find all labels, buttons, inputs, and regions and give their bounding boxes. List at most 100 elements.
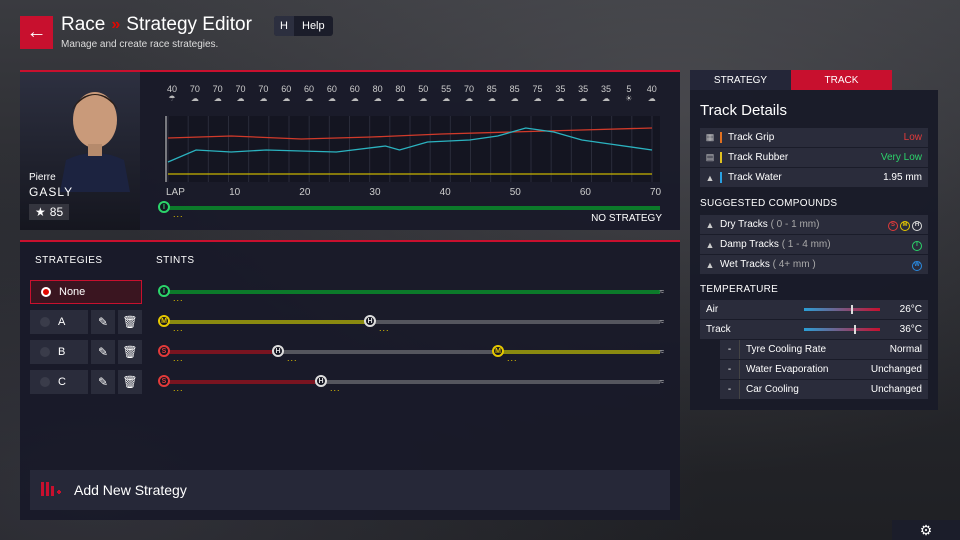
compound-dry-row: ▲ Dry Tracks ( 0 - 1 mm) S M H [700,215,928,234]
suggested-compounds-title: SUGGESTED COMPOUNDS [700,198,838,209]
rubber-icon: ▤ [705,152,715,162]
x-tick-label: 60 [579,187,591,198]
minus-icon: - [720,380,740,399]
cloud-icon: ☁ [533,94,542,103]
sun-icon: ☀ [625,94,633,103]
weather-slot: 40 ☁ [642,84,662,104]
tab-track[interactable]: TRACK [791,70,892,90]
help-button[interactable]: H Help [274,16,333,36]
pencil-icon: ✎ [97,345,109,359]
rain-chance: 75 [532,84,543,94]
weather-slot: 35 ☁ [573,84,593,104]
panel-tabs: STRATEGY TRACK [690,70,892,90]
minus-icon: - [720,360,740,379]
weather-slot: 70 ☁ [253,84,273,104]
row-label: Water Evaporation [746,364,829,375]
delete-strategy-a-button[interactable]: 🗑 [118,310,142,334]
rain-chance: 80 [395,84,406,94]
strategy-row-b[interactable]: B ✎ 🗑 [30,340,142,364]
hard-tyre-icon: H [315,375,327,387]
cloud-icon: ☁ [259,94,268,103]
row-label: Air [706,304,719,315]
finish-flag-icon: ≈ [659,347,664,356]
wear-dots: ... [287,353,298,363]
compound-wet-row: ▲ Wet Tracks ( 4+ mm ) W [700,255,928,274]
help-label: Help [302,20,325,32]
strategy-row-none[interactable]: None [30,280,142,304]
back-button[interactable]: ← [20,16,53,49]
damp-track-icon: ▲ [705,239,715,250]
weather-slot: 5 ☀ [619,84,639,104]
cloud-icon: ☁ [213,94,222,103]
track-water-row: ▲ Track Water 1.95 mm [700,168,928,187]
gear-icon: ⚙ [919,521,933,538]
cloud-icon: ☁ [464,94,473,103]
x-tick-label: 30 [369,187,381,198]
strategy-row-a[interactable]: A ✎ 🗑 [30,310,142,334]
row-label: Car Cooling [746,384,799,395]
strategy-select-b[interactable]: B [30,340,88,364]
rain-chance: 80 [372,84,383,94]
tab-strategy[interactable]: STRATEGY [690,70,791,90]
hard-tyre-icon: H [912,221,922,231]
star-icon: ★ [35,205,46,219]
delete-strategy-b-button[interactable]: 🗑 [118,340,142,364]
wear-dots: ... [173,209,184,219]
add-strategy-icon [41,482,61,496]
cloud-icon: ☁ [190,94,199,103]
breadcrumb-race: Race [61,14,106,35]
dry-track-icon: ▲ [705,219,715,230]
settings-button[interactable]: ⚙ [892,520,960,540]
strategy-select-c[interactable]: C [30,370,88,394]
wet-track-icon: ▲ [705,259,715,270]
water-evaporation-row[interactable]: - Water Evaporation Unchanged [720,360,928,379]
soft-tyre-icon: S [888,221,898,231]
cloud-icon: ☁ [487,94,496,103]
weather-slot: 70 ☁ [208,84,228,104]
row-label: Tyre Cooling Rate [746,344,827,355]
rain-chance: 70 [212,84,223,94]
strategy-select-none[interactable]: None [30,280,142,304]
air-temp-row: Air 26°C [700,300,928,319]
cloud-icon: ☁ [373,94,382,103]
tyre-cooling-row[interactable]: - Tyre Cooling Rate Normal [720,340,928,359]
driver-portrait [60,92,130,192]
hard-tyre-icon: H [364,315,376,327]
delete-strategy-c-button[interactable]: 🗑 [118,370,142,394]
edit-strategy-c-button[interactable]: ✎ [91,370,115,394]
wear-dots: ... [173,383,184,393]
car-cooling-row[interactable]: - Car Cooling Unchanged [720,380,928,399]
strategy-select-a[interactable]: A [30,310,88,334]
cloud-icon: ☁ [442,94,451,103]
row-label: Track Water [728,172,782,183]
driver-rating-value: 85 [49,205,64,219]
add-new-strategy-button[interactable]: Add New Strategy [30,470,670,510]
intermediate-tyre-icon: I [158,201,170,213]
forecast-chart [165,116,653,182]
weather-slot: 60 ☁ [345,84,365,104]
wear-dots: ... [379,323,390,333]
cloud-icon: ☁ [579,94,588,103]
x-tick-label: 40 [439,187,451,198]
edit-strategy-a-button[interactable]: ✎ [91,310,115,334]
compound-damp-row: ▲ Damp Tracks ( 1 - 4 mm) I [700,235,928,254]
cloud-icon: ☁ [236,94,245,103]
medium-tyre-icon: M [900,221,910,231]
weather-slot: 60 ☁ [299,84,319,104]
weather-strip: 40 ☂ 70 ☁ 70 ☁ 70 ☁ 70 ☁ 60 ☁ 60 ☁ 60 ☁ 60 ☁ 80 ☁ 80 ☁ 50 ☁ 55 ☁ 7… [162,84,662,104]
cloud-icon: ☁ [647,94,656,103]
air-temp-bar [804,305,880,314]
rain-chance: 35 [555,84,566,94]
rain-chance: 55 [441,84,452,94]
track-temp-bar [804,325,880,334]
edit-strategy-b-button[interactable]: ✎ [91,340,115,364]
weather-slot: 85 ☁ [482,84,502,104]
grip-icon: ▦ [705,132,715,142]
wear-dots: ... [173,353,184,363]
strategy-row-c[interactable]: C ✎ 🗑 [30,370,142,394]
strategy-label: C [58,376,66,388]
page-title: Race » Strategy Editor [61,14,252,36]
wear-dots: ... [173,323,184,333]
medium-tyre-icon: M [158,315,170,327]
x-tick-label: 10 [229,187,241,198]
